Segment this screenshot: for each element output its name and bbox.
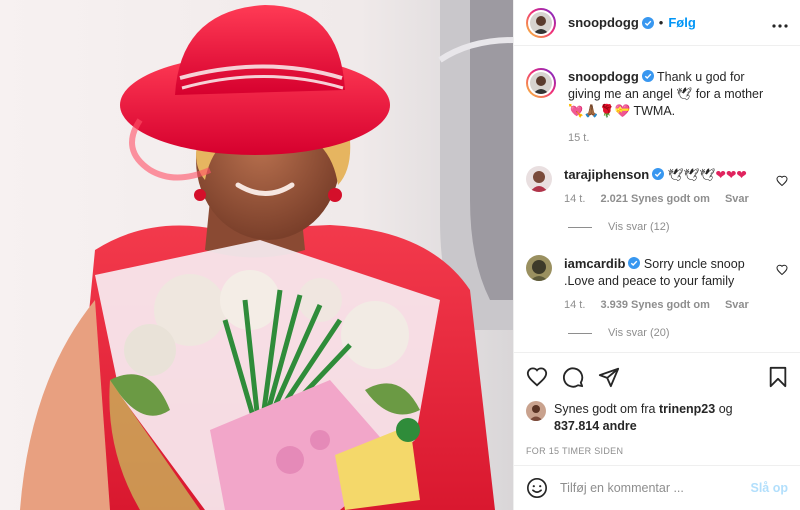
comment-time[interactable]: 14 t. <box>564 299 585 311</box>
comment-hearts: ❤❤❤ <box>715 168 747 182</box>
author-avatar-image <box>530 11 552 34</box>
save-bookmark-icon[interactable] <box>768 366 788 388</box>
author-avatar[interactable] <box>526 7 556 38</box>
caption-verified-icon <box>641 70 654 82</box>
header-separator: • <box>658 15 664 30</box>
more-options-icon[interactable] <box>772 17 788 28</box>
share-paper-plane-icon[interactable] <box>598 366 620 388</box>
follow-button[interactable]: Følg <box>668 15 695 30</box>
view-replies-toggle[interactable]: Vis svar (20) <box>568 327 788 339</box>
comment-verified-icon <box>652 168 665 180</box>
comment-like-heart-icon[interactable] <box>776 175 788 187</box>
comment-like-heart-icon[interactable] <box>776 264 788 276</box>
post-comment-button[interactable]: Slå op <box>750 481 788 495</box>
comment: tarajiphenson 🕊🕊🕊❤❤❤ 14 t. 2.021 Synes g… <box>526 166 788 205</box>
commenter-avatar-image <box>526 166 552 192</box>
emoji-icon[interactable] <box>526 477 548 499</box>
comment-likes[interactable]: 3.939 Synes godt om <box>600 299 709 311</box>
likes-joiner: og <box>718 402 733 416</box>
likes-prefix: Synes godt om fra <box>554 402 656 416</box>
caption-avatar-image <box>530 72 552 94</box>
liker-username[interactable]: trinenp23 <box>659 402 715 416</box>
commenter-avatar-image <box>526 255 552 281</box>
replies-line <box>568 226 592 228</box>
comment-input[interactable] <box>560 481 751 495</box>
comments-list[interactable]: snoopdogg Thank u god for giving me an a… <box>514 46 800 351</box>
add-comment-bar: Slå op <box>514 465 800 510</box>
view-replies-toggle[interactable]: Vis svar (12) <box>568 221 788 233</box>
view-replies-label: Vis svar (12) <box>608 221 670 233</box>
reply-button[interactable]: Svar <box>725 299 749 311</box>
caption-time[interactable]: 15 t. <box>568 132 589 144</box>
likes-summary: Synes godt om fra trinenp23 og 837.814 a… <box>526 401 788 435</box>
post-timestamp[interactable]: For 15 timer siden <box>526 446 788 456</box>
post-header: snoopdogg • Følg <box>514 0 800 46</box>
instagram-post-view: snoopdogg • Følg snoopdogg Thank u god f… <box>0 0 800 510</box>
post-actions: Synes godt om fra trinenp23 og 837.814 a… <box>514 352 800 456</box>
comment-text: 🕊🕊🕊 <box>667 168 716 182</box>
comment-verified-icon <box>628 257 641 269</box>
comment-username[interactable]: tarajiphenson <box>564 167 649 182</box>
comment-time[interactable]: 14 t. <box>564 193 585 205</box>
likes-others[interactable]: 837.814 andre <box>554 419 637 433</box>
caption: snoopdogg Thank u god for giving me an a… <box>526 68 788 144</box>
view-replies-label: Vis svar (20) <box>608 327 670 339</box>
comment-bubble-icon[interactable] <box>562 366 584 388</box>
post-sidebar: snoopdogg • Følg snoopdogg Thank u god f… <box>513 0 800 510</box>
comment-username[interactable]: iamcardib <box>564 256 625 271</box>
commenter-avatar[interactable] <box>526 255 552 281</box>
comment-likes[interactable]: 2.021 Synes godt om <box>600 193 709 205</box>
liker-avatar[interactable] <box>526 401 546 421</box>
comment: iamcardib Sorry uncle snoop .Love and pe… <box>526 255 788 311</box>
caption-author-avatar[interactable] <box>526 68 556 98</box>
author-username[interactable]: snoopdogg <box>568 15 639 30</box>
verified-badge-icon <box>641 16 654 29</box>
post-photo[interactable] <box>0 0 513 510</box>
caption-username[interactable]: snoopdogg <box>568 69 639 84</box>
like-heart-icon[interactable] <box>526 366 548 388</box>
replies-line <box>568 332 592 334</box>
reply-button[interactable]: Svar <box>725 193 749 205</box>
photo-illustration <box>0 0 513 510</box>
commenter-avatar[interactable] <box>526 166 552 192</box>
